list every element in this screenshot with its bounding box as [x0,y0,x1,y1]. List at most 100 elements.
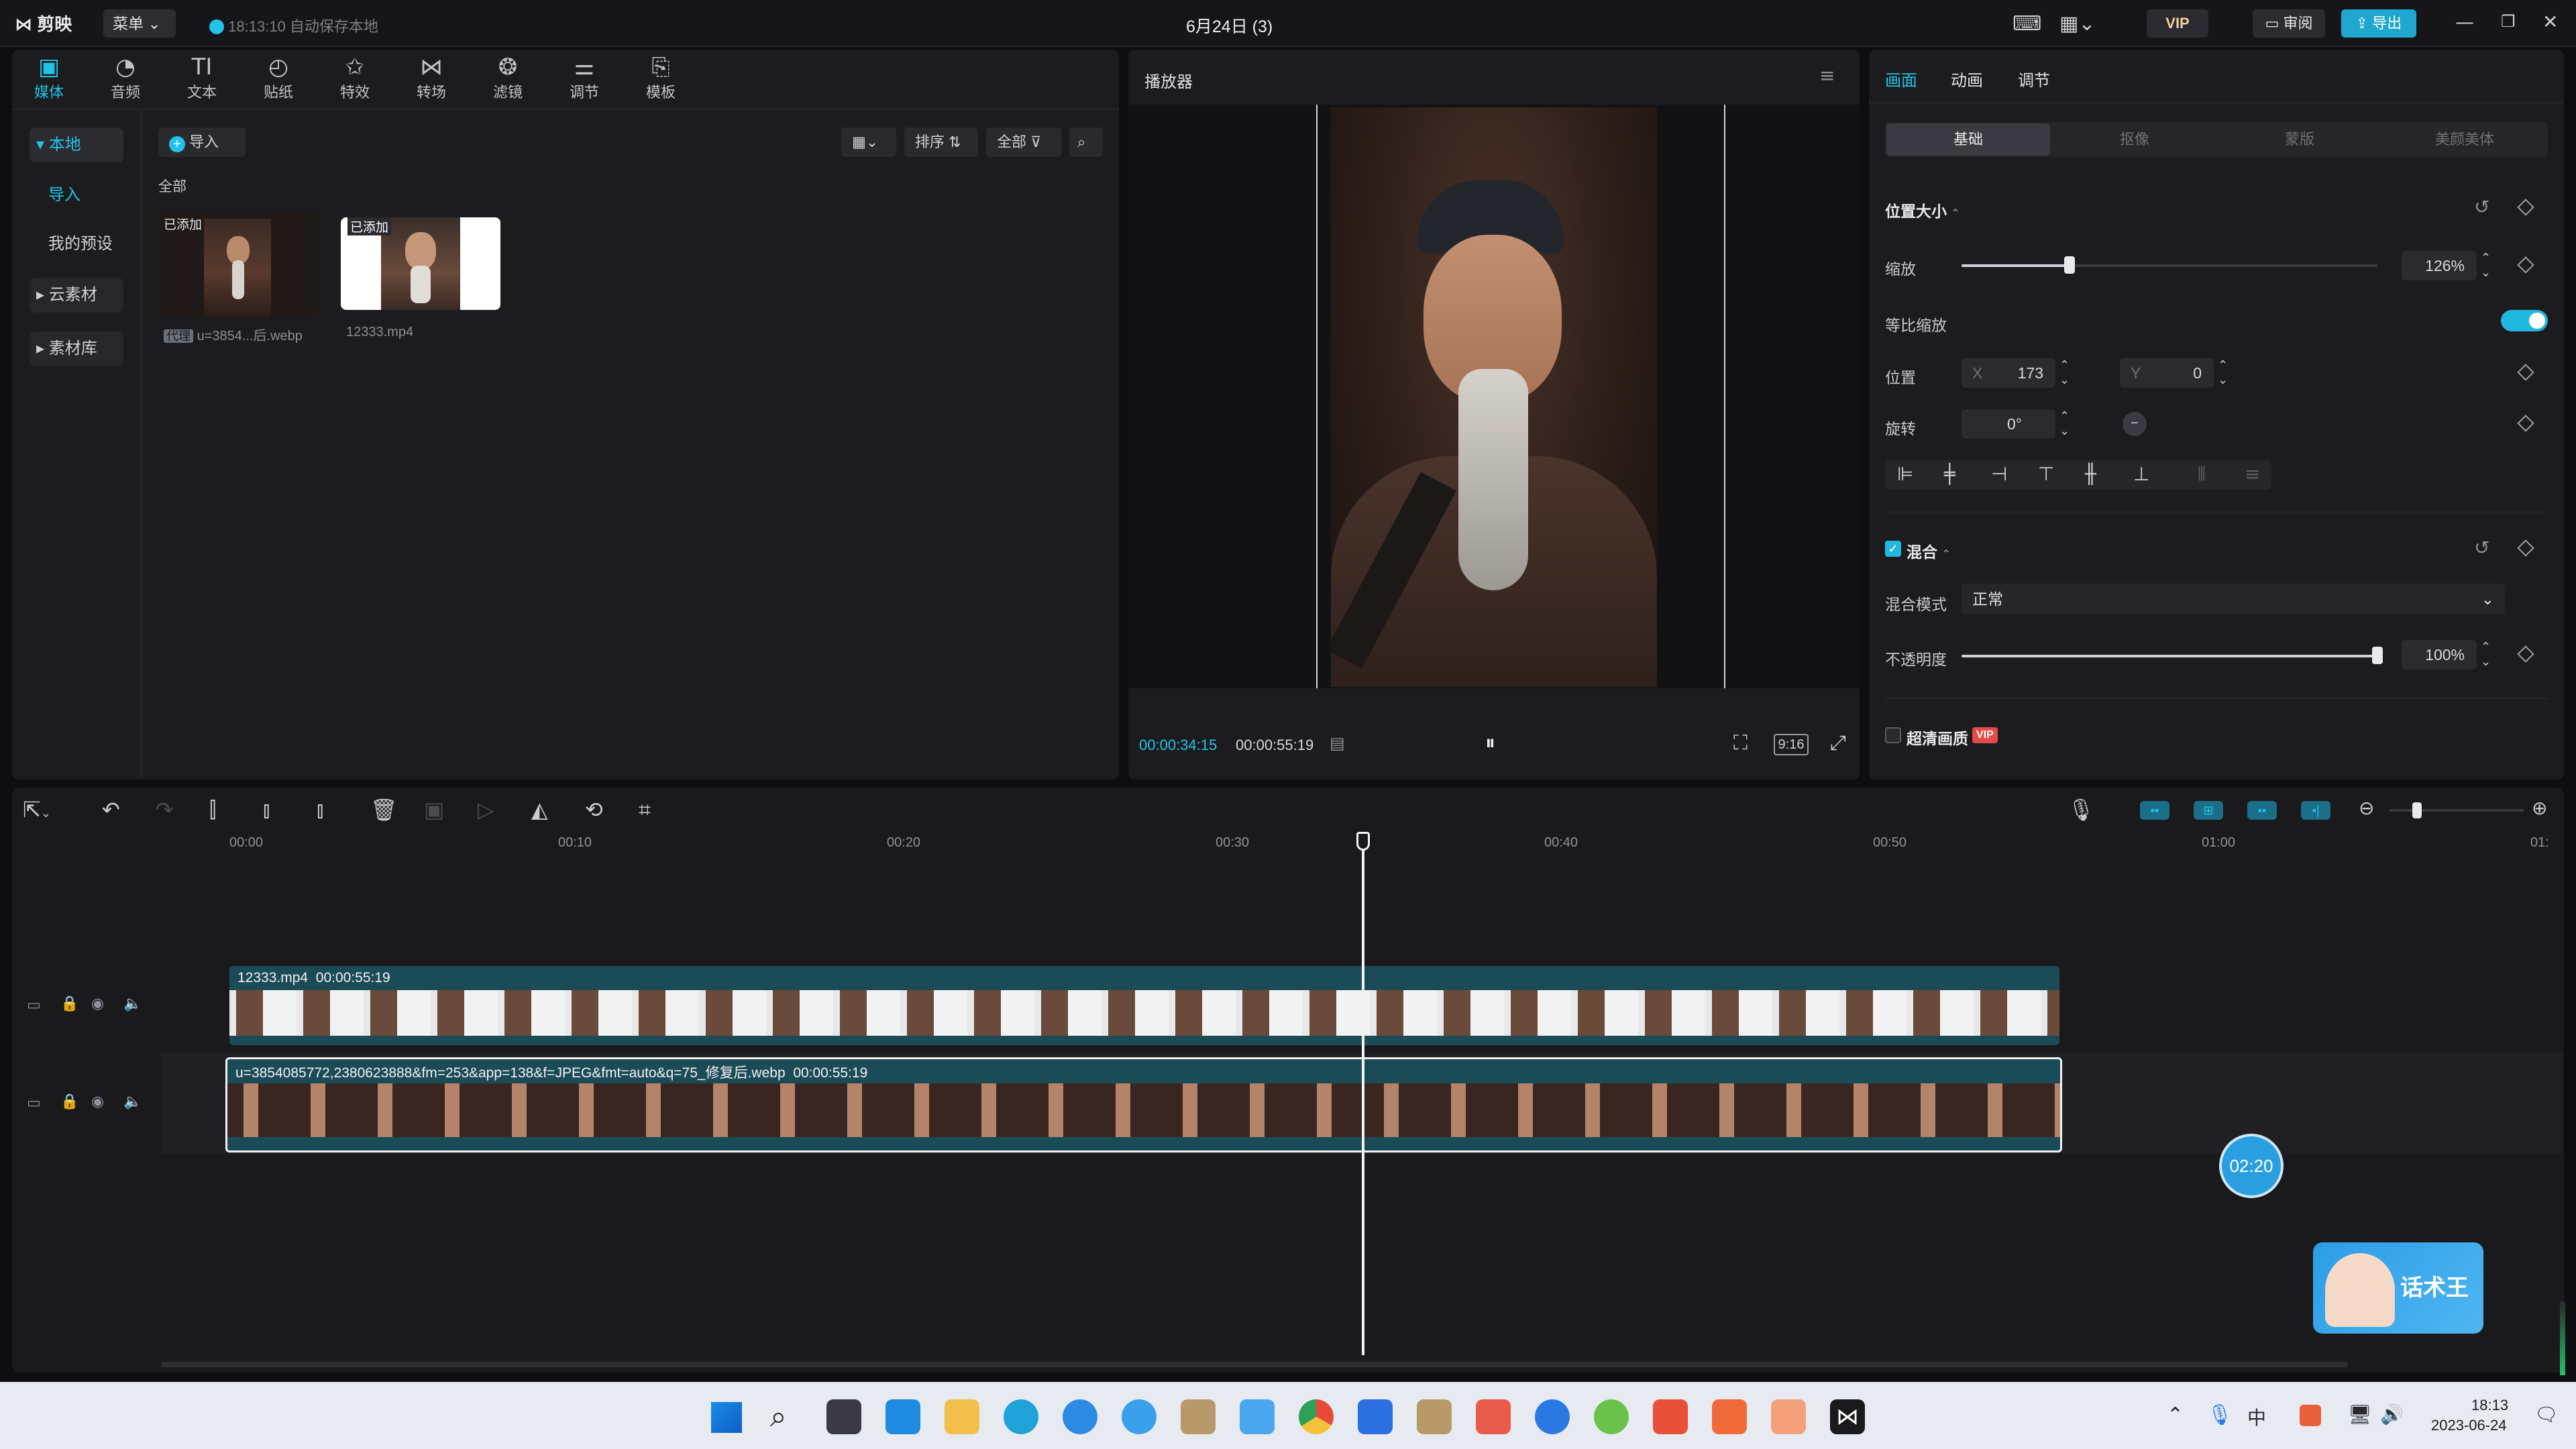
tab-effects[interactable]: ✩ 特效 [325,54,385,102]
align-right-icon[interactable]: ⊣ [1991,463,2007,485]
sidebar-item-library[interactable]: ▸ 素材库 [30,331,123,366]
app-icon-1[interactable] [1063,1399,1097,1434]
vip-button[interactable]: VIP [2147,9,2208,38]
file-explorer-icon[interactable] [945,1399,979,1434]
rotation-dial-icon[interactable]: − [2123,412,2147,436]
align-center-v-icon[interactable]: ╫ [2085,463,2096,485]
align-bottom-icon[interactable]: ⊥ [2133,463,2149,485]
import-button[interactable]: + 导入 [158,127,246,157]
app-icon-6[interactable] [1417,1399,1452,1434]
sidebar-item-import[interactable]: 导入 [30,178,123,213]
eye-icon[interactable]: ◉ [91,1093,104,1110]
lock-icon[interactable]: 🔒 [60,996,78,1012]
uniform-scale-toggle[interactable] [2501,310,2548,331]
tab-transition[interactable]: ⋈ 转场 [401,54,462,102]
super-hd-checkbox[interactable] [1885,727,1901,743]
app-icon-3[interactable] [1181,1399,1216,1434]
playhead-handle[interactable] [1356,832,1370,851]
align-top-icon[interactable]: ⊤ [2038,463,2054,485]
tab-text[interactable]: TI 文本 [172,54,232,102]
subtab-mask[interactable]: 蒙版 [2218,123,2381,156]
eye-icon[interactable]: ◉ [91,996,104,1012]
video-clip-mp4[interactable]: 12333.mp4 00:00:55:19 [229,966,2059,1045]
windows-start-icon[interactable] [711,1402,742,1433]
fullscreen-icon[interactable]: ⤢ [1830,731,1846,755]
app-icon-11[interactable] [1771,1399,1806,1434]
clock-date[interactable]: 2023-06-24 [2431,1417,2507,1434]
sidebar-item-local[interactable]: ▾ 本地 [30,127,123,162]
blend-checkbox[interactable]: ✓ [1885,541,1901,557]
timeline-scrollbar[interactable] [161,1362,2348,1367]
stepper-icon[interactable]: ⌃ ⌄ [2481,251,2491,280]
split-icon[interactable]: ⫿ [209,797,216,823]
linkage-icon[interactable]: ▪▪ [2247,801,2277,820]
reset-icon[interactable]: ↺ [2474,537,2489,559]
magnet-icon[interactable]: ⊞ [2194,801,2223,820]
volume-tray-icon[interactable]: 🔊 [2380,1403,2404,1426]
tab-media[interactable]: ▣ 媒体 [19,54,79,102]
inspector-tab-adjust[interactable]: 调节 [2018,67,2050,91]
app-icon-7[interactable] [1476,1399,1511,1434]
assistant-widget[interactable]: 话术王 [2313,1242,2483,1334]
rotation-input[interactable]: 0° [1962,409,2055,439]
close-icon[interactable]: ✕ [2542,11,2558,33]
zoom-slider[interactable] [2390,802,2524,818]
app-icon-5[interactable] [1358,1399,1393,1434]
track-cover-toggle-icon[interactable]: ▭ [27,997,41,1014]
subtab-cutout[interactable]: 抠像 [2053,123,2216,156]
app-icon-2[interactable] [1122,1399,1157,1434]
position-x-input[interactable]: X 173 [1962,358,2055,388]
link-main-track-icon[interactable]: ▪▪ [2140,801,2169,820]
playhead[interactable] [1362,832,1364,1355]
chat-app-icon[interactable] [885,1399,920,1434]
sidebar-item-presets[interactable]: 我的预设 [30,227,123,262]
keyboard-icon[interactable]: ⌨ [2012,12,2041,36]
media-item-mp4[interactable]: 已添加 [341,217,500,310]
track-cover-toggle-icon[interactable]: ▭ [27,1095,41,1112]
lock-icon[interactable]: 🔒 [60,1093,78,1110]
sort-button[interactable]: 排序 ⇅ [904,127,978,157]
align-center-h-icon[interactable]: ╪ [1944,463,1955,485]
chrome-browser-icon[interactable] [1299,1399,1334,1434]
media-item-webp[interactable]: 已添加 [158,211,318,317]
inspector-tab-picture[interactable]: 画面 [1885,67,1917,91]
speaker-icon[interactable]: 🔈 [123,996,142,1012]
tab-filter[interactable]: ❂ 滤镜 [478,54,538,102]
align-left-icon[interactable]: ⊫ [1897,463,1913,485]
tab-adjust[interactable]: ⚌ 调节 [554,54,614,102]
split-left-icon[interactable]: ⫾ [263,797,270,823]
play-range-icon[interactable]: ▷ [478,797,494,822]
preview-axis-icon[interactable]: ▪| [2301,801,2330,820]
app-icon-8[interactable] [1535,1399,1570,1434]
app-tray-icon[interactable] [2300,1405,2321,1426]
subtab-beauty[interactable]: 美颜美体 [2383,123,2546,156]
redo-icon[interactable]: ↷ [156,797,174,822]
tray-chevron-icon[interactable]: ⌃ [2167,1403,2184,1427]
menu-button[interactable]: 菜单 ⌄ [103,9,176,38]
crop-icon[interactable]: ⌗ [639,797,651,823]
hamburger-icon[interactable]: ≡ [1819,64,1835,87]
app-icon-9[interactable] [1594,1399,1629,1434]
tab-audio[interactable]: ◔ 音频 [95,54,156,102]
screenshot-icon[interactable]: ⛶ [1733,731,1748,755]
task-view-icon[interactable] [826,1399,861,1434]
filter-all-button[interactable]: 全部 ⊽ [986,127,1061,157]
opacity-input[interactable]: 100% [2402,640,2477,669]
scale-input[interactable]: 126% [2402,251,2477,280]
edge-browser-icon[interactable] [1004,1399,1038,1434]
distribute-h-icon[interactable]: ⫴ [2198,463,2206,486]
review-button[interactable]: ▭ 审阅 [2253,9,2325,38]
distribute-v-icon[interactable]: ≡ [2245,463,2260,485]
inspector-tab-animation[interactable]: 动画 [1951,67,1983,91]
zoom-out-icon[interactable]: ⊖ [2359,797,2374,819]
pause-icon[interactable]: ⏸ [1485,731,1495,755]
network-tray-icon[interactable]: 🖥 [2348,1403,2372,1426]
notification-icon[interactable]: 🗨 [2534,1403,2559,1426]
capcut-taskbar-icon[interactable]: ⋈ [1830,1399,1865,1434]
ime-tray-icon[interactable]: 中 [2247,1403,2266,1430]
stepper-icon[interactable]: ⌃ ⌄ [2218,358,2228,388]
zoom-slider-knob[interactable] [2412,802,2422,818]
sidebar-item-cloud[interactable]: ▸ 云素材 [30,278,123,313]
app-icon-4[interactable] [1240,1399,1275,1434]
select-tool-icon[interactable]: ⇱⌄ [23,797,51,822]
